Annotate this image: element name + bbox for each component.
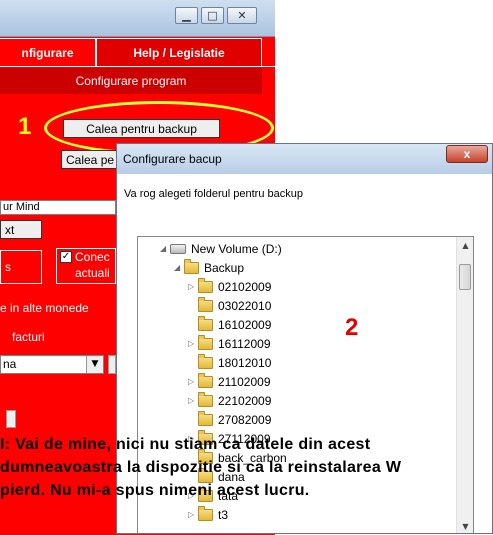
expand-arrow-icon[interactable]: ▷ [188,510,198,519]
scroll-down-icon[interactable]: ▼ [457,518,473,533]
s-button[interactable]: s [0,250,42,284]
folder-icon [198,505,213,521]
tab-bar: nfigurare Help / Legislatie [0,38,275,66]
folder-icon [198,372,213,388]
folder-icon [198,277,213,293]
checkbox-label-2: actuali [75,266,110,280]
tree-item-backup[interactable]: ◢ Backup [174,258,244,277]
maximize-icon[interactable]: □ [201,7,224,24]
expand-arrow-icon[interactable]: ▷ [188,339,198,348]
name-field[interactable]: ur Mind [0,200,116,215]
minimize-icon[interactable]: ▁ [175,7,198,24]
tab-help-legislatie[interactable]: Help / Legislatie [96,38,262,66]
app-titlebar: ▁ □ ✕ [0,0,275,37]
dialog-title: Configurare bacup [123,152,222,166]
config-header: Configurare program [0,68,262,94]
tree-item-label: Backup [204,260,245,275]
tree-item[interactable]: 03022010 [188,296,271,315]
tree-item-label: 16102009 [218,317,272,332]
side-button[interactable] [108,355,116,374]
backup-path-button-2[interactable]: Calea pe [61,150,121,169]
tree-item[interactable]: ▷ 22102009 [188,391,271,410]
tree-root[interactable]: ◢ New Volume (D:) [160,239,282,258]
tree-item[interactable]: ▷ 16112009 [188,334,271,353]
close-icon[interactable]: ✕ [227,7,257,24]
side-control[interactable] [6,410,16,428]
comment-line-3: pierd. Nu mi-a spus nimeni acest lucru. [0,482,310,499]
folder-icon [198,391,213,407]
tree-item[interactable]: ▷ 02102009 [188,277,271,296]
close-icon[interactable]: x [446,145,488,163]
folder-icon [198,296,213,312]
step-marker-2: 2 [345,314,359,341]
scroll-thumb[interactable] [459,264,471,290]
tree-item-label: 21102009 [218,374,271,389]
tree-item[interactable]: ▷ 21102009 [188,372,271,391]
expanded-arrow-icon[interactable]: ◢ [174,263,184,272]
tree-item[interactable]: 27082009 [188,410,271,429]
tree-root-label: New Volume (D:) [191,241,282,256]
expand-arrow-icon[interactable]: ▷ [188,282,198,291]
tree-item-label: 27082009 [218,412,272,427]
currency-select[interactable]: na ▼ [0,355,104,374]
expanded-arrow-icon[interactable]: ◢ [160,244,170,253]
tree-item-label: 22102009 [218,393,272,408]
comment-text: I: Vai de mine, nici nu stiam ca datele … [0,433,493,502]
tree-item-label: t3 [218,507,229,522]
tree-item-label: 18012010 [218,355,272,370]
expand-arrow-icon[interactable]: ▷ [188,396,198,405]
folder-icon [198,353,213,369]
dialog-prompt: Va rog alegeti folderul pentru backup [124,188,303,200]
invoices-label: facturi [12,330,45,344]
tree-item-label: 02102009 [218,279,272,294]
folder-icon [198,315,213,331]
scroll-up-icon[interactable]: ▲ [457,237,473,254]
tree-item[interactable]: 18012010 [188,353,271,372]
folder-icon [198,410,213,426]
comment-line-2: dumneavoastra la dispozitie si ca la rei… [0,459,402,476]
folder-icon [198,334,213,350]
comment-line-1: I: Vai de mine, nici nu stiam ca datele … [0,436,371,453]
text-button[interactable]: xt [0,220,42,239]
dialog-titlebar: Configurare bacup x [117,144,492,174]
drive-icon [170,243,186,254]
currency-select-value: na [3,357,17,371]
chevron-down-icon[interactable]: ▼ [86,356,103,373]
currency-text: e in alte monede [0,301,89,315]
checkbox-label-1: Conec [75,250,110,264]
tree-item-label: 16112009 [218,336,271,351]
tree-item[interactable]: ▷ t3 [188,505,228,524]
tree-item-label: 03022010 [218,298,272,313]
tree-item[interactable]: 16102009 [188,315,271,334]
step-marker-1: 1 [18,113,32,140]
expand-arrow-icon[interactable]: ▷ [188,377,198,386]
tab-configurare[interactable]: nfigurare [0,38,96,66]
folder-icon [184,258,199,274]
